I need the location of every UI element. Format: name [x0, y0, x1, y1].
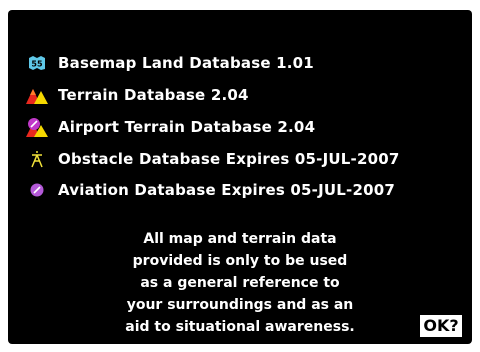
disclaimer-text: All map and terrain data provided is onl…: [96, 228, 384, 338]
database-info-screen: 55 Basemap Land Database 1.01 Terrain Da…: [8, 10, 472, 344]
terrain-icon: [26, 84, 48, 106]
database-row-airport-terrain: Airport Terrain Database 2.04: [26, 114, 315, 140]
disclaimer-line: your surroundings and as an: [126, 297, 354, 313]
disclaimer-line: aid to situational awareness.: [125, 319, 355, 335]
database-row-basemap: 55 Basemap Land Database 1.01: [26, 50, 314, 76]
svg-text:55: 55: [31, 60, 43, 69]
basemap-icon: 55: [26, 52, 48, 74]
disclaimer-line: All map and terrain data: [143, 231, 337, 247]
database-row-obstacle: Obstacle Database Expires 05-JUL-2007: [26, 146, 400, 172]
ok-button[interactable]: OK?: [420, 315, 462, 337]
aviation-icon: [26, 179, 48, 201]
airport-terrain-icon: [26, 116, 48, 138]
database-label: Basemap Land Database 1.01: [58, 54, 314, 72]
database-label: Aviation Database Expires 05-JUL-2007: [58, 181, 395, 199]
database-row-terrain: Terrain Database 2.04: [26, 82, 249, 108]
obstacle-icon: [26, 148, 48, 170]
database-label: Obstacle Database Expires 05-JUL-2007: [58, 150, 400, 168]
disclaimer-line: provided is only to be used: [132, 253, 348, 269]
database-label: Airport Terrain Database 2.04: [58, 118, 316, 136]
database-row-aviation: Aviation Database Expires 05-JUL-2007: [26, 177, 395, 203]
database-label: Terrain Database 2.04: [58, 86, 249, 104]
disclaimer-line: as a general reference to: [140, 275, 340, 291]
